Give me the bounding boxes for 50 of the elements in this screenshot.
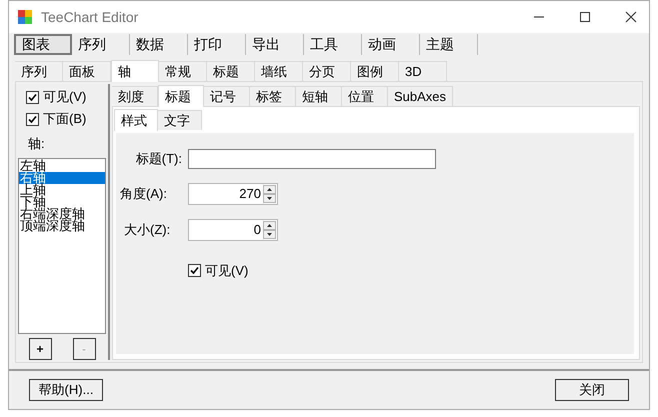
checkbox-label: 可见(V)	[205, 262, 248, 280]
tab[interactable]: 打印	[188, 34, 246, 55]
tab[interactable]: 导出	[246, 34, 304, 55]
window-title: TeeChart Editor	[41, 8, 138, 26]
tab[interactable]: 常规	[159, 61, 207, 81]
size-label: 大小(Z):	[123, 221, 172, 240]
tab[interactable]: 面板	[63, 61, 111, 81]
tab[interactable]: 样式	[114, 109, 158, 131]
angle-label: 角度(A):	[120, 185, 168, 204]
tab[interactable]: 主题	[420, 34, 478, 55]
tab[interactable]: 图例	[351, 61, 399, 81]
title-input-field[interactable]	[188, 149, 436, 169]
list-item[interactable]: 下轴	[19, 196, 105, 208]
maximize-icon[interactable]	[579, 11, 591, 23]
checkbox[interactable]	[188, 264, 201, 278]
add-button[interactable]: +	[28, 338, 52, 360]
tab[interactable]: 记号	[204, 86, 250, 106]
checkbox[interactable]	[26, 90, 39, 104]
tab[interactable]: SubAxes	[388, 86, 454, 106]
help-button[interactable]: 帮助(H)...	[29, 379, 103, 401]
tab[interactable]: 分页	[303, 61, 351, 81]
list-item[interactable]: 顶端深度轴	[19, 220, 105, 232]
tab[interactable]: 动画	[362, 34, 420, 55]
close-button[interactable]: 关闭	[555, 379, 629, 401]
tab[interactable]: 图表	[14, 34, 72, 55]
tab[interactable]: 墙纸	[255, 61, 303, 81]
close-icon[interactable]	[625, 11, 637, 23]
list-item[interactable]: 右端深度轴	[19, 208, 105, 220]
list-item[interactable]: 左轴	[19, 160, 105, 172]
axis-label: 轴:	[28, 135, 46, 153]
tab[interactable]: 序列	[15, 61, 63, 81]
tab[interactable]: 3D	[399, 61, 447, 81]
tab[interactable]: 工具	[304, 34, 362, 55]
tab[interactable]: 轴	[111, 60, 159, 82]
tab[interactable]: 短轴	[296, 86, 342, 106]
checkbox[interactable]	[26, 112, 39, 126]
app-icon	[17, 9, 33, 25]
tab[interactable]: 标题	[158, 85, 204, 107]
list-item[interactable]: 上轴	[19, 184, 105, 196]
tab[interactable]: 标签	[250, 86, 296, 106]
title-label: 标题(T):	[134, 150, 182, 168]
checkbox-label: 可见(V)	[43, 88, 86, 106]
tab[interactable]: 数据	[130, 34, 188, 55]
tab[interactable]: 序列	[72, 34, 130, 55]
checkbox-label: 下面(B)	[43, 110, 86, 128]
tab[interactable]: 文字	[158, 110, 202, 130]
tab[interactable]: 位置	[342, 86, 388, 106]
tab[interactable]: 刻度	[112, 86, 158, 106]
tab[interactable]: 标题	[207, 61, 255, 81]
list-item[interactable]: 右轴	[19, 172, 105, 184]
